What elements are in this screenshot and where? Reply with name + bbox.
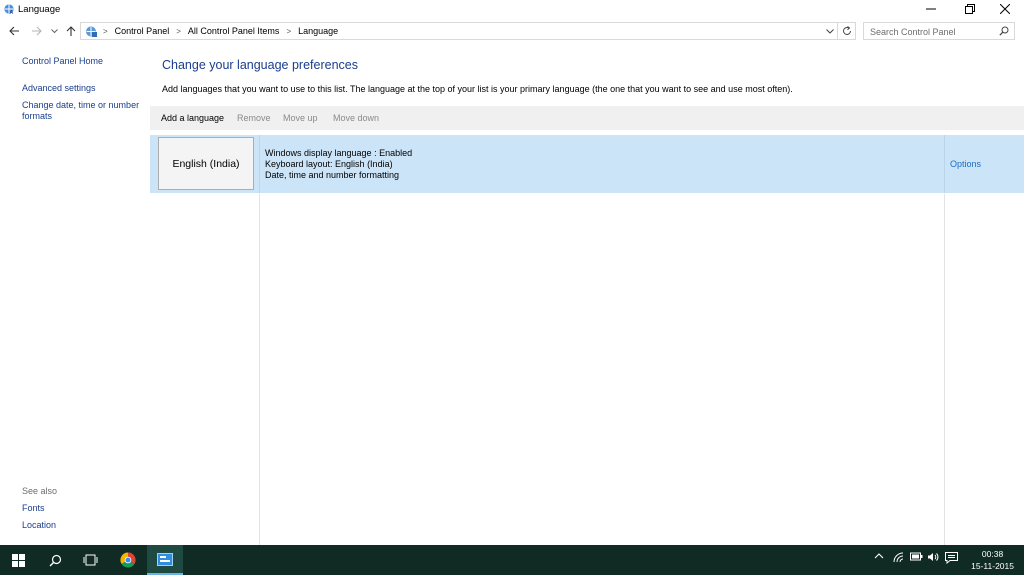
refresh-button[interactable]	[838, 22, 856, 40]
notification-icon	[945, 552, 958, 564]
language-options-link[interactable]: Options	[950, 159, 981, 169]
up-arrow-icon	[66, 25, 76, 36]
address-dropdown-button[interactable]	[824, 25, 836, 37]
forward-arrow-icon	[31, 26, 42, 36]
back-arrow-icon	[8, 26, 19, 36]
taskbar-chrome-app[interactable]	[110, 545, 146, 575]
refresh-icon	[842, 26, 851, 35]
breadcrumb-separator-icon[interactable]: >	[286, 27, 291, 36]
minimize-icon	[926, 8, 936, 10]
search-icon[interactable]	[999, 26, 1009, 36]
battery-tray-button[interactable]	[909, 552, 923, 561]
restore-button[interactable]	[953, 0, 987, 18]
add-language-button[interactable]: Add a language	[161, 113, 224, 123]
search-input[interactable]	[870, 26, 990, 37]
volume-tray-button[interactable]	[927, 552, 939, 562]
page-description: Add languages that you want to use to th…	[162, 84, 793, 94]
breadcrumb: > Control Panel > All Control Panel Item…	[101, 26, 338, 36]
advanced-settings-link[interactable]: Advanced settings	[22, 83, 96, 94]
row-divider	[259, 135, 260, 193]
display-language-status: Windows display language : Enabled	[265, 148, 413, 158]
action-center-button[interactable]	[945, 552, 958, 564]
row-divider	[944, 135, 945, 193]
language-details: Windows display language : Enabled Keybo…	[265, 148, 412, 181]
taskbar-clock[interactable]: 00:38 15-11-2015	[971, 548, 1014, 572]
breadcrumb-language[interactable]: Language	[298, 26, 338, 36]
forward-button[interactable]	[28, 23, 44, 39]
speaker-icon	[928, 553, 939, 561]
minimize-button[interactable]	[914, 0, 948, 18]
close-button[interactable]	[988, 0, 1022, 18]
close-icon	[1000, 4, 1010, 14]
breadcrumb-separator-icon[interactable]: >	[103, 27, 108, 36]
chevron-down-icon	[826, 28, 834, 34]
search-box[interactable]	[863, 22, 1015, 40]
breadcrumb-separator-icon[interactable]: >	[176, 27, 181, 36]
task-view-button[interactable]	[72, 545, 108, 575]
control-panel-icon	[86, 26, 97, 37]
network-tray-button[interactable]	[893, 552, 905, 563]
keyboard-layout-status: Keyboard layout: English (India)	[265, 159, 393, 169]
taskbar-search-button[interactable]	[37, 545, 73, 575]
change-date-time-link[interactable]: Change date, time or number	[22, 100, 139, 111]
breadcrumb-control-panel[interactable]: Control Panel	[115, 26, 170, 36]
language-toolbar: Add a language Remove Move up Move down	[150, 106, 1024, 130]
see-also-label: See also	[22, 486, 58, 496]
search-icon	[49, 554, 61, 566]
up-button[interactable]	[63, 23, 79, 39]
battery-icon	[910, 552, 923, 561]
task-view-icon	[83, 554, 97, 566]
clock-time: 00:38	[981, 549, 1004, 559]
remove-button[interactable]: Remove	[237, 113, 271, 123]
wifi-icon	[893, 552, 904, 563]
back-button[interactable]	[6, 23, 22, 39]
change-date-time-link-continued[interactable]: formats	[22, 111, 52, 122]
address-bar[interactable]: > Control Panel > All Control Panel Item…	[80, 22, 838, 40]
language-app-icon: A	[4, 4, 14, 15]
chevron-down-icon	[50, 28, 58, 33]
chevron-up-icon	[874, 553, 884, 559]
title-bar: A Language	[0, 0, 1024, 20]
taskbar: 00:38 15-11-2015	[0, 545, 1024, 575]
language-tile[interactable]: English (India)	[158, 137, 254, 190]
control-panel-home-link[interactable]: Control Panel Home	[22, 56, 103, 67]
fonts-link[interactable]: Fonts	[22, 503, 45, 514]
column-divider	[259, 194, 260, 545]
location-link[interactable]: Location	[22, 520, 56, 531]
language-list-item[interactable]: English (India) Windows display language…	[150, 135, 1024, 193]
show-hidden-icons-button[interactable]	[874, 552, 884, 559]
move-down-button[interactable]: Move down	[333, 113, 379, 123]
windows-start-icon	[11, 553, 25, 567]
restore-icon	[965, 4, 975, 14]
page-title: Change your language preferences	[162, 58, 358, 72]
breadcrumb-all-items[interactable]: All Control Panel Items	[188, 26, 280, 36]
column-divider	[944, 194, 945, 545]
taskbar-control-panel-app[interactable]	[147, 545, 183, 575]
window-title: Language	[18, 4, 61, 15]
start-button[interactable]	[0, 545, 36, 575]
svg-text:A: A	[9, 10, 13, 15]
clock-date: 15-11-2015	[971, 561, 1014, 571]
chrome-icon	[120, 552, 136, 568]
recent-locations-button[interactable]	[46, 23, 62, 39]
control-panel-icon	[157, 552, 173, 566]
move-up-button[interactable]: Move up	[283, 113, 318, 123]
formatting-status: Date, time and number formatting	[265, 170, 400, 180]
